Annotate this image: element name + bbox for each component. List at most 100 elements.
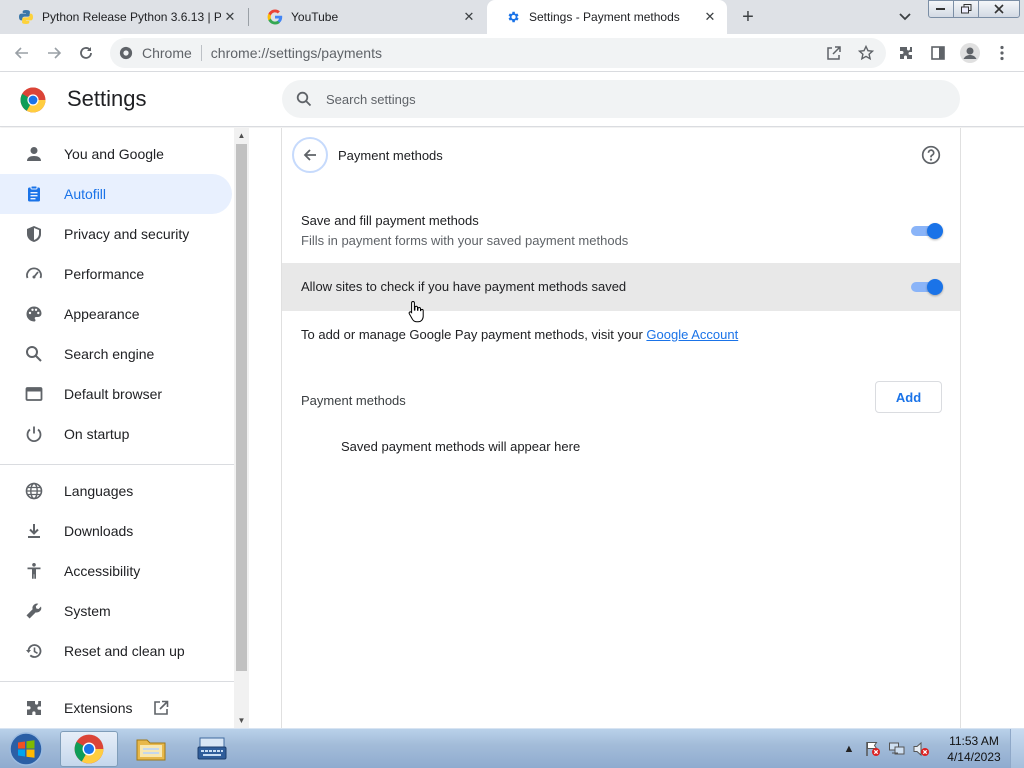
taskbar-clock[interactable]: 11:53 AM 4/14/2023 bbox=[944, 733, 1004, 765]
close-icon[interactable]: ✕ bbox=[221, 8, 239, 26]
taskbar-explorer-button[interactable] bbox=[122, 731, 180, 767]
save-fill-payment-row[interactable]: Save and fill payment methods Fills in p… bbox=[282, 208, 960, 262]
palette-icon bbox=[24, 304, 44, 324]
info-text: To add or manage Google Pay payment meth… bbox=[301, 327, 647, 342]
sidebar-item-downloads[interactable]: Downloads bbox=[0, 511, 232, 551]
puzzle-icon bbox=[24, 698, 44, 718]
sidebar-item-label: Languages bbox=[64, 483, 134, 499]
toggle-knob bbox=[927, 223, 943, 239]
profile-avatar-icon[interactable] bbox=[958, 41, 982, 65]
start-button[interactable] bbox=[4, 731, 48, 767]
sidebar-item-search-engine[interactable]: Search engine bbox=[0, 334, 232, 374]
tab-youtube[interactable]: YouTube ✕ bbox=[249, 0, 486, 34]
minimize-button[interactable] bbox=[928, 0, 954, 18]
clipboard-icon bbox=[24, 184, 44, 204]
restore-button[interactable] bbox=[953, 0, 979, 18]
taskbar-chrome-button[interactable] bbox=[60, 731, 118, 767]
hand-cursor-icon bbox=[408, 300, 424, 323]
share-icon[interactable] bbox=[822, 41, 846, 65]
site-chip-label: Chrome bbox=[142, 45, 192, 61]
payment-methods-card: Payment methods Save and fill payment me… bbox=[281, 128, 961, 728]
allow-sites-toggle[interactable] bbox=[909, 279, 943, 295]
volume-muted-icon[interactable] bbox=[912, 740, 930, 758]
sidebar-item-performance[interactable]: Performance bbox=[0, 254, 232, 294]
sidebar-item-label: On startup bbox=[64, 426, 130, 442]
allow-sites-check-row[interactable]: Allow sites to check if you have payment… bbox=[282, 263, 960, 311]
google-pay-info-row: To add or manage Google Pay payment meth… bbox=[282, 324, 960, 344]
settings-header: Settings bbox=[0, 72, 1024, 127]
search-input[interactable] bbox=[326, 91, 926, 107]
sidebar-item-label: Autofill bbox=[64, 186, 107, 202]
settings-search-box[interactable] bbox=[282, 80, 960, 118]
browser-toolbar: Chrome chrome://settings/payments bbox=[0, 34, 1024, 72]
back-arrow-icon bbox=[303, 149, 316, 161]
reload-icon[interactable] bbox=[74, 41, 98, 65]
sidebar-item-label: Performance bbox=[64, 266, 145, 282]
sidebar-item-languages[interactable]: Languages bbox=[0, 471, 232, 511]
tab-strip: Python Release Python 3.6.13 | P ✕ YouTu… bbox=[0, 0, 1024, 34]
sidebar-item-accessibility[interactable]: Accessibility bbox=[0, 551, 232, 591]
subpage-title: Payment methods bbox=[338, 148, 443, 163]
sidebar-item-system[interactable]: System bbox=[0, 591, 232, 631]
sidebar-item-reset[interactable]: Reset and clean up bbox=[0, 631, 232, 671]
payment-methods-heading: Payment methods bbox=[301, 393, 406, 408]
new-tab-button[interactable]: + bbox=[736, 6, 760, 28]
speedometer-icon bbox=[24, 264, 44, 284]
sidebar-item-label: System bbox=[64, 603, 111, 619]
close-window-button[interactable] bbox=[978, 0, 1020, 18]
omnibox-divider bbox=[200, 45, 202, 61]
sidebar-item-label: Search engine bbox=[64, 346, 155, 362]
back-arrow-icon[interactable] bbox=[10, 41, 34, 65]
sidebar-item-you-and-google[interactable]: You and Google bbox=[0, 134, 232, 174]
sidebar-item-default-browser[interactable]: Default browser bbox=[0, 374, 232, 414]
tab-settings[interactable]: Settings - Payment methods ✕ bbox=[487, 0, 727, 34]
tab-search-button[interactable] bbox=[893, 8, 917, 26]
scrollbar-thumb[interactable] bbox=[236, 144, 247, 671]
close-icon[interactable]: ✕ bbox=[460, 8, 478, 26]
sidebar-item-label: Extensions bbox=[64, 700, 133, 716]
save-fill-toggle[interactable] bbox=[909, 223, 943, 239]
sidebar-item-appearance[interactable]: Appearance bbox=[0, 294, 232, 334]
google-account-link[interactable]: Google Account bbox=[646, 327, 738, 342]
scroll-up-arrow-icon[interactable]: ▲ bbox=[234, 128, 249, 143]
download-icon bbox=[24, 521, 44, 541]
sidebar-divider bbox=[0, 464, 234, 465]
accessibility-icon bbox=[24, 561, 44, 581]
system-tray: ▲ bbox=[840, 729, 950, 768]
tab-python-release[interactable]: Python Release Python 3.6.13 | P ✕ bbox=[0, 0, 247, 34]
back-button[interactable] bbox=[292, 137, 328, 173]
url-text: chrome://settings/payments bbox=[210, 45, 382, 61]
power-icon bbox=[24, 424, 44, 444]
empty-list-message: Saved payment methods will appear here bbox=[341, 439, 581, 454]
sidebar-item-extensions[interactable]: Extensions bbox=[0, 688, 232, 728]
side-panel-icon[interactable] bbox=[926, 41, 950, 65]
forward-arrow-icon[interactable] bbox=[42, 41, 66, 65]
keyboard-icon bbox=[197, 737, 227, 760]
sidebar-item-label: Default browser bbox=[64, 386, 163, 402]
clock-date: 4/14/2023 bbox=[947, 750, 1001, 764]
address-bar[interactable]: Chrome chrome://settings/payments bbox=[110, 38, 886, 68]
search-icon bbox=[294, 89, 314, 109]
toggle-knob bbox=[927, 279, 943, 295]
action-center-flag-icon[interactable] bbox=[864, 740, 882, 758]
add-payment-method-button[interactable]: Add bbox=[875, 381, 942, 413]
sidebar-item-privacy[interactable]: Privacy and security bbox=[0, 214, 232, 254]
scroll-down-arrow-icon[interactable]: ▼ bbox=[234, 713, 249, 728]
network-icon[interactable] bbox=[888, 740, 906, 758]
sidebar-item-autofill[interactable]: Autofill bbox=[0, 174, 232, 214]
google-icon bbox=[267, 9, 283, 25]
sidebar-item-on-startup[interactable]: On startup bbox=[0, 414, 232, 454]
taskbar-keyboard-button[interactable] bbox=[183, 731, 241, 767]
tray-expand-icon[interactable]: ▲ bbox=[840, 740, 858, 758]
show-desktop-button[interactable] bbox=[1010, 729, 1024, 768]
sidebar-item-label: Downloads bbox=[64, 523, 134, 539]
extensions-puzzle-icon[interactable] bbox=[894, 41, 918, 65]
gear-icon bbox=[505, 9, 521, 25]
help-icon[interactable] bbox=[920, 144, 942, 166]
settings-sidebar: You and Google Autofill Privacy and secu… bbox=[0, 128, 234, 728]
bookmark-star-icon[interactable] bbox=[854, 41, 878, 65]
sidebar-scrollbar[interactable]: ▲ ▼ bbox=[234, 128, 249, 728]
tab-title: YouTube bbox=[291, 10, 339, 24]
close-icon[interactable]: ✕ bbox=[701, 8, 719, 26]
menu-kebab-icon[interactable] bbox=[990, 41, 1014, 65]
